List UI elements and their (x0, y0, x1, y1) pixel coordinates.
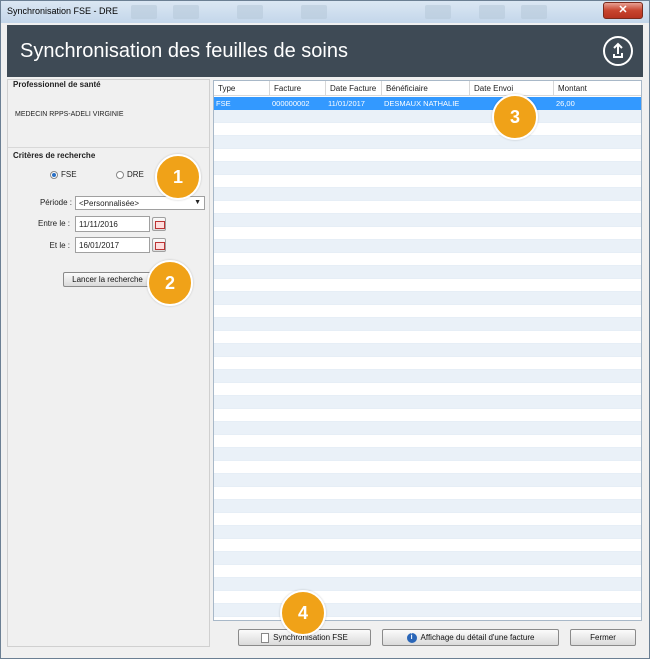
radio-dre[interactable]: DRE (116, 170, 144, 179)
empty-row (214, 422, 641, 435)
window-close-button[interactable]: ✕ (603, 2, 643, 19)
empty-row (214, 591, 641, 604)
empty-row (214, 370, 641, 383)
invoice-detail-button[interactable]: i Affichage du détail d'une facture (382, 629, 559, 646)
table-header: Type Facture Date Facture Bénéficiaire D… (214, 81, 641, 96)
column-header-montant[interactable]: Montant (554, 81, 641, 96)
empty-row (214, 188, 641, 201)
column-header-facture[interactable]: Facture (270, 81, 326, 96)
empty-row (214, 253, 641, 266)
to-date-label: Et le : (49, 241, 70, 250)
empty-row (214, 513, 641, 526)
empty-row (214, 396, 641, 409)
empty-row (214, 357, 641, 370)
period-label: Période : (39, 198, 72, 207)
invoice-detail-button-label: Affichage du détail d'une facture (420, 633, 535, 642)
background-toolbar-ghost (131, 5, 157, 19)
window-title: Synchronisation FSE - DRE (7, 6, 119, 16)
background-toolbar-ghost (425, 5, 451, 19)
empty-row (214, 565, 641, 578)
column-header-beneficiaire[interactable]: Bénéficiaire (382, 81, 470, 96)
cell-beneficiaire: DESMAUX NATHALIE (384, 99, 460, 108)
column-header-date-facture[interactable]: Date Facture (326, 81, 382, 96)
divider (8, 147, 209, 148)
empty-row (214, 383, 641, 396)
background-toolbar-ghost (301, 5, 327, 19)
radio-dre-label: DRE (127, 170, 144, 179)
empty-row (214, 474, 641, 487)
from-date-label: Entre le : (37, 219, 70, 228)
empty-row (214, 266, 641, 279)
table-row[interactable]: FSE 000000002 11/01/2017 DESMAUX NATHALI… (214, 97, 641, 110)
period-select-value: <Personnalisée> (79, 199, 140, 208)
criteria-section-title: Critères de recherche (13, 151, 96, 160)
step-badge-4: 4 (280, 590, 326, 636)
step-badge-3: 3 (492, 94, 538, 140)
to-date-input[interactable]: 16/01/2017 (75, 237, 150, 253)
step-badge-1: 1 (155, 154, 201, 200)
empty-row (214, 578, 641, 591)
search-button[interactable]: Lancer la recherche (63, 272, 152, 287)
empty-row (214, 539, 641, 552)
background-toolbar-ghost (521, 5, 547, 19)
empty-row (214, 214, 641, 227)
title-bar[interactable]: Synchronisation FSE - DRE ✕ (1, 1, 649, 23)
radio-dre-dot[interactable] (116, 170, 124, 179)
empty-row (214, 201, 641, 214)
radio-fse[interactable]: FSE (50, 170, 77, 179)
chevron-down-icon[interactable]: ▼ (194, 198, 201, 207)
background-toolbar-ghost (479, 5, 505, 19)
column-header-type[interactable]: Type (214, 81, 270, 96)
professional-section-title: Professionnel de santé (13, 80, 101, 89)
empty-row (214, 318, 641, 331)
info-icon: i (406, 632, 417, 643)
empty-row (214, 136, 641, 149)
empty-row (214, 461, 641, 474)
empty-row (214, 344, 641, 357)
empty-row (214, 175, 641, 188)
background-toolbar-ghost (173, 5, 199, 19)
close-button[interactable]: Fermer (570, 629, 636, 646)
empty-row (214, 526, 641, 539)
empty-row (214, 240, 641, 253)
background-toolbar-ghost (237, 5, 263, 19)
cell-montant: 26,00 (556, 99, 575, 108)
from-date-input[interactable]: 11/11/2016 (75, 216, 150, 232)
empty-row (214, 305, 641, 318)
cell-facture: 000000002 (272, 99, 310, 108)
empty-row (214, 435, 641, 448)
radio-fse-label: FSE (61, 170, 77, 179)
empty-row (214, 331, 641, 344)
empty-row (214, 604, 641, 617)
empty-row (214, 448, 641, 461)
main-window: Synchronisation FSE - DRE ✕ Synchronisat… (0, 0, 650, 659)
empty-row (214, 227, 641, 240)
professional-name: MEDECIN RPPS-ADELI VIRGINIE (15, 111, 124, 118)
empty-row (214, 292, 641, 305)
empty-row (214, 149, 641, 162)
calendar-icon[interactable] (152, 217, 166, 231)
document-icon (261, 632, 270, 643)
empty-row (214, 162, 641, 175)
table-body (214, 97, 641, 620)
invoice-table: Type Facture Date Facture Bénéficiaire D… (213, 80, 642, 621)
cell-date-facture: 11/01/2017 (328, 99, 365, 108)
empty-row (214, 552, 641, 565)
calendar-icon[interactable] (152, 238, 166, 252)
empty-row (214, 409, 641, 422)
empty-row (214, 279, 641, 292)
empty-row (214, 123, 641, 136)
step-badge-2: 2 (147, 260, 193, 306)
page-title: Synchronisation des feuilles de soins (20, 40, 348, 62)
empty-row (214, 110, 641, 123)
radio-fse-dot[interactable] (50, 170, 58, 179)
page-header: Synchronisation des feuilles de soins (7, 25, 643, 77)
empty-row (214, 500, 641, 513)
empty-row (214, 487, 641, 500)
cell-type: FSE (216, 99, 231, 108)
sync-icon[interactable] (603, 36, 633, 66)
